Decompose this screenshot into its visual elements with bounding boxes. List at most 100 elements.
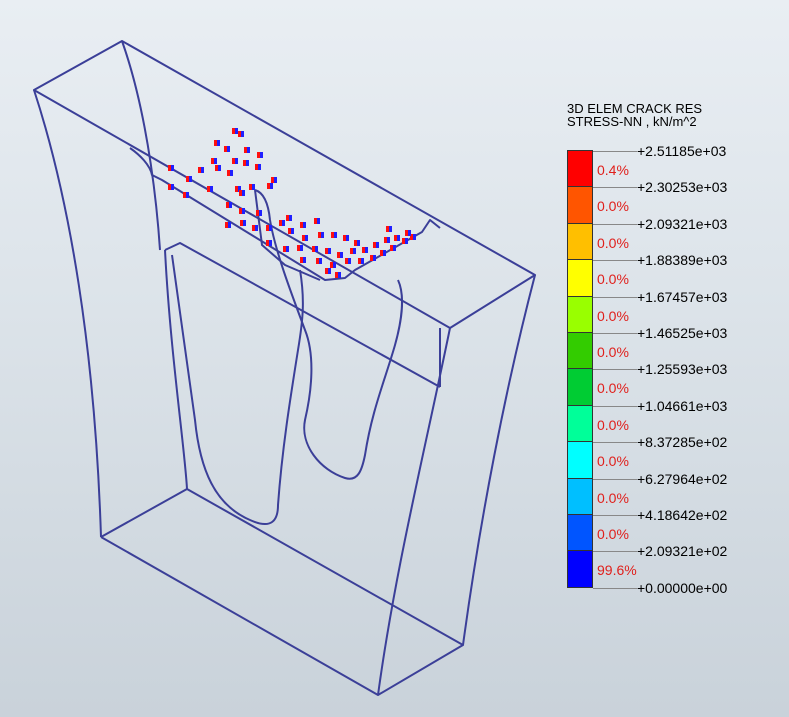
crack-marker [316,258,319,264]
crack-marker [334,232,337,238]
crack-marker [383,250,386,256]
legend-tick-line [593,551,637,553]
crack-marker [235,128,238,134]
crack-marker [345,258,348,264]
crack-marker [168,184,171,190]
legend-swatch [567,150,593,188]
crack-marker [266,240,269,246]
crack-marker [224,146,227,152]
crack-marker [394,235,397,241]
crack-marker [288,228,291,234]
crack-marker [238,131,241,137]
legend-tick-line [593,333,637,334]
legend-tick-label: +1.25593e+03 [637,361,728,378]
crack-marker [189,176,192,182]
crack-marker [408,230,411,236]
legend-tick-label: +0.00000e+00 [637,579,728,596]
crack-marker [269,240,272,246]
crack-marker [343,235,346,241]
crack-marker [242,190,245,196]
crack-marker [198,167,201,173]
top-face-edge [33,40,536,329]
crack-marker [312,246,315,252]
legend-percentage: 0.0% [597,307,629,324]
back-vertical-edge [121,40,161,251]
crack-marker [325,268,328,274]
crack-back-outline [254,189,403,480]
crack-marker [317,218,320,224]
legend-swatch [567,404,593,443]
crack-marker [218,165,221,171]
crack-marker [271,177,274,183]
crack-marker [201,167,204,173]
crack-marker [270,183,273,189]
legend-tick-label: +1.04661e+03 [637,397,728,414]
legend-swatch [567,186,593,224]
crack-marker [241,131,244,137]
legend-swatch [567,368,593,406]
crack-marker [337,252,340,258]
crack-marker [240,220,243,226]
crack-marker [405,238,408,244]
crack-marker [257,152,260,158]
crack-marker [256,210,259,216]
legend-swatch [567,295,593,333]
crack-marker [346,235,349,241]
slot-top-opening [129,147,441,281]
legend-swatch [567,222,593,261]
crack-marker [386,226,389,232]
crack-marker [303,222,306,228]
crack-marker [244,147,247,153]
crack-marker [247,147,250,153]
crack-marker [252,184,255,190]
left-outer-edge [33,89,102,538]
crack-marker [214,158,217,164]
legend-tick-line [593,515,637,516]
crack-marker [338,272,341,278]
crack-marker [384,237,387,243]
crack-marker [354,240,357,246]
crack-marker [243,220,246,226]
crack-marker [335,272,338,278]
crack-marker [266,225,269,231]
crack-marker [376,242,379,248]
legend-tick-label: +2.51185e+03 [637,143,727,159]
legend-swatch [567,514,593,552]
crack-marker [361,258,364,264]
legend-percentage: 0.4% [597,162,629,178]
crack-marker [321,232,324,238]
crack-marker [249,184,252,190]
legend-tick-line [593,187,637,189]
crack-marker [328,248,331,254]
crack-marker [362,247,365,253]
crack-marker [207,186,210,192]
legend-swatch [567,550,593,588]
crack-marker [229,202,232,208]
legend-tick-line [593,151,637,152]
legend-tick-label: +2.09321e+02 [637,543,728,560]
crack-marker [274,177,277,183]
crack-marker [358,258,361,264]
crack-marker [328,268,331,274]
crack-marker [413,234,416,240]
crack-marker [387,237,390,243]
crack-marker [331,232,334,238]
legend-tick-label: +1.88389e+03 [637,252,728,269]
crack-marker [350,248,353,254]
legend-percentage: 0.0% [597,234,629,251]
crack-marker [314,218,317,224]
crack-marker [255,225,258,231]
stress-legend: 3D ELEM CRACK RES STRESS-NN , kN/m^2 +2.… [567,102,789,602]
crack-marker [230,170,233,176]
crack-marker [228,222,231,228]
legend-tick-line [593,369,637,371]
crack-marker [357,240,360,246]
crack-marker [225,222,228,228]
crack-marker [260,152,263,158]
crack-marker [393,245,396,251]
legend-percentage: 0.0% [597,526,629,542]
crack-marker [286,246,289,252]
crack-marker [255,164,258,170]
crack-marker [373,255,376,261]
crack-marker [333,262,336,268]
